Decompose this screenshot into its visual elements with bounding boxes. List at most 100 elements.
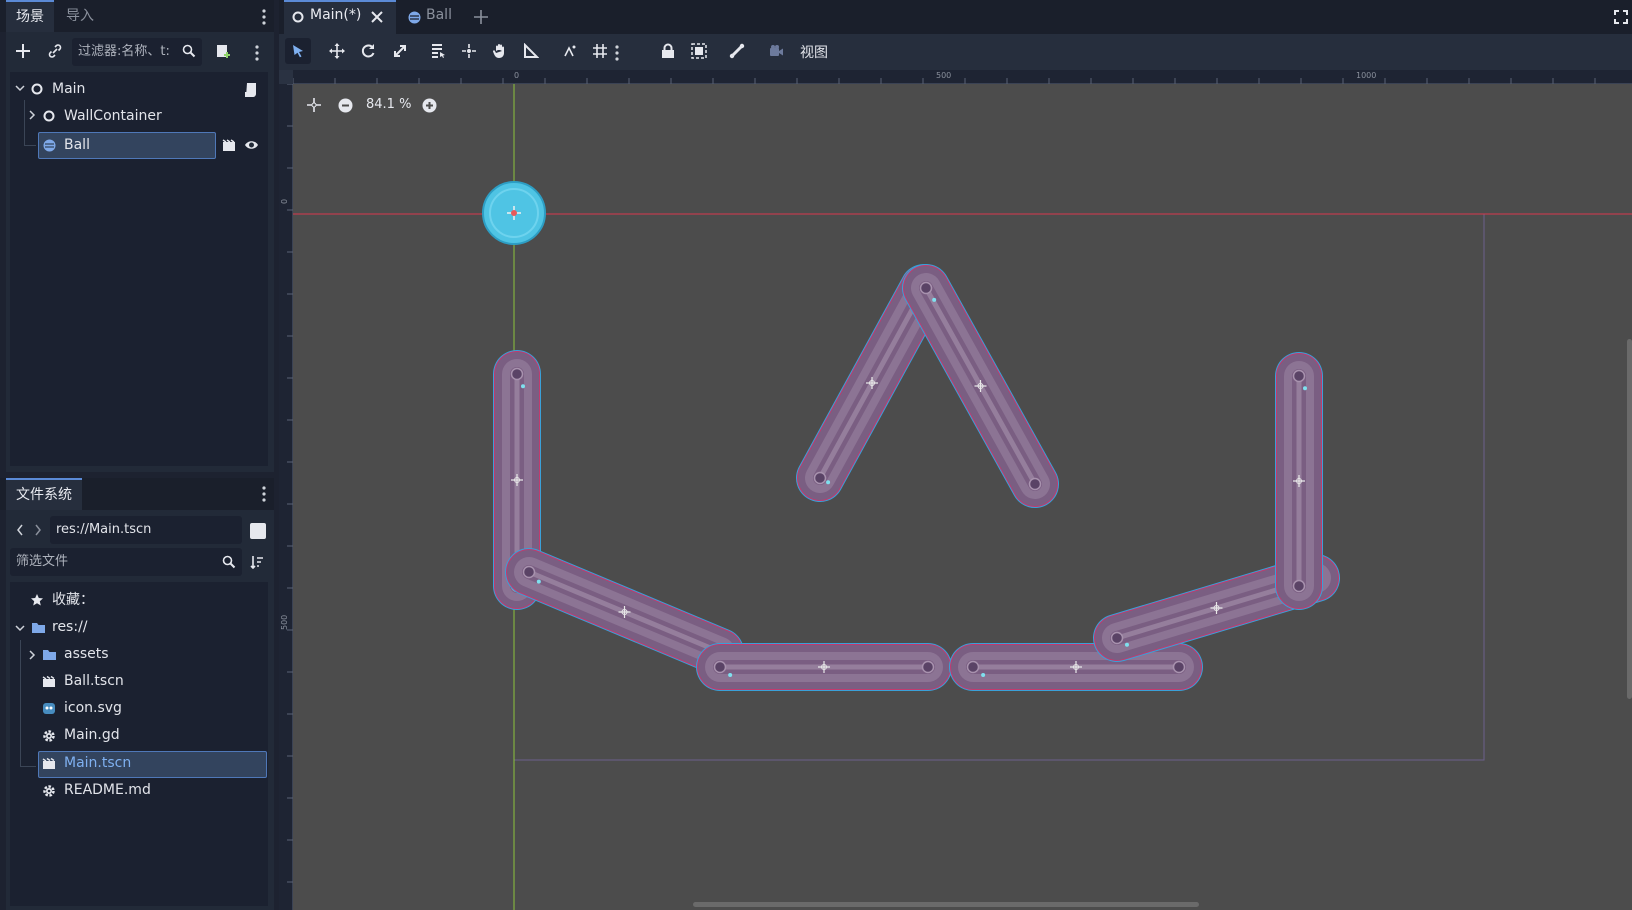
file-item-icon-svg[interactable]: icon.svg — [64, 695, 122, 721]
toggle-split-button[interactable] — [250, 523, 266, 539]
wall-segment[interactable] — [1275, 352, 1323, 610]
tree-guide-line — [24, 145, 36, 146]
wall-bolt — [713, 660, 727, 674]
add-node-button[interactable] — [10, 38, 36, 64]
pivot-mode-button[interactable] — [456, 38, 482, 64]
camera-icon — [770, 45, 783, 56]
sort-icon[interactable] — [250, 555, 264, 569]
collapse-arrow-icon[interactable] — [15, 83, 25, 93]
fullscreen-icon[interactable] — [1614, 10, 1628, 24]
godot-icon — [42, 702, 56, 715]
gear-icon — [42, 784, 56, 798]
scene-tools-menu-icon[interactable] — [255, 44, 259, 62]
file-item-main-tscn-label: Main.tscn — [64, 755, 132, 771]
visibility-eye-icon[interactable] — [244, 139, 259, 151]
back-arrow-icon[interactable] — [16, 524, 24, 536]
list-select-icon — [432, 44, 445, 58]
tree-item-main[interactable]: Main — [52, 76, 85, 102]
rigidbody-icon — [408, 11, 421, 24]
file-item-main-gd[interactable]: Main.gd — [64, 722, 120, 748]
bone-icon — [729, 43, 745, 59]
ruler-v-label-0: 0 — [280, 198, 289, 204]
ruler-corner — [279, 70, 293, 84]
file-filter-input[interactable]: 筛选文件 — [10, 548, 242, 576]
forward-arrow-icon[interactable] — [34, 524, 42, 536]
wall-segment[interactable] — [696, 643, 952, 691]
ruler-mode-button[interactable] — [518, 38, 544, 64]
zoom-in-button[interactable] — [422, 98, 437, 113]
ruler-vertical — [279, 84, 293, 910]
add-tab-icon[interactable] — [474, 10, 488, 24]
tree-guide-line — [20, 766, 36, 767]
collapse-arrow-icon[interactable] — [15, 623, 25, 633]
smart-snap-button[interactable] — [557, 38, 583, 64]
list-select-button[interactable] — [425, 38, 451, 64]
wall-bolt — [966, 660, 980, 674]
wall-segment[interactable] — [505, 548, 744, 676]
group-button[interactable] — [686, 38, 712, 64]
view-menu-button[interactable]: 视图 — [800, 42, 828, 62]
scene-file-icon — [42, 675, 56, 688]
editor-tab-ball[interactable]: Ball — [426, 7, 452, 23]
scene-filter-placeholder: 过滤器:名称、t: — [78, 44, 170, 59]
wall-bolt — [1110, 631, 1124, 645]
scene-dock-menu-icon[interactable] — [262, 8, 266, 26]
snap-options-menu-icon[interactable] — [615, 44, 619, 62]
file-filter-placeholder: 筛选文件 — [16, 554, 69, 569]
grid-snap-button[interactable] — [587, 38, 613, 64]
ruler-h-ticks — [293, 78, 1596, 84]
viewport-canvas[interactable] — [293, 84, 1632, 910]
file-item-res[interactable]: res:// — [52, 614, 88, 640]
rotate-mode-button[interactable] — [356, 38, 382, 64]
wall-bolt — [921, 660, 935, 674]
tab-scene[interactable]: 场景 — [6, 0, 54, 32]
center-view-icon[interactable] — [307, 98, 321, 112]
wall-bolt — [522, 565, 536, 579]
tree-guide-line — [20, 640, 21, 766]
tree-item-ball-label: Ball — [64, 137, 90, 153]
wall-segment[interactable] — [902, 264, 1059, 508]
close-tab-icon[interactable] — [371, 11, 383, 23]
zoom-out-button[interactable] — [338, 98, 353, 113]
file-item-assets[interactable]: assets — [64, 641, 109, 667]
rotate-icon — [361, 44, 375, 58]
open-scene-icon[interactable] — [222, 139, 236, 152]
instance-scene-button[interactable] — [42, 38, 68, 64]
file-item-readme[interactable]: README.md — [64, 777, 151, 803]
filesystem-dock-menu-icon[interactable] — [262, 485, 266, 503]
ruler-icon — [524, 43, 539, 58]
skeleton-button[interactable] — [724, 38, 750, 64]
camera-override-button[interactable] — [763, 38, 789, 64]
move-mode-button[interactable] — [324, 38, 350, 64]
attach-script-button[interactable] — [210, 38, 236, 64]
wall-segment[interactable] — [796, 264, 948, 502]
lock-button[interactable] — [655, 38, 681, 64]
wall-segment[interactable] — [949, 643, 1203, 691]
wall-bolt — [1028, 477, 1042, 491]
ruler-h-label-1000: 1000 — [1356, 71, 1377, 80]
grid-icon — [593, 44, 607, 58]
pivot-icon — [462, 44, 476, 58]
scale-mode-button[interactable] — [387, 38, 413, 64]
path-field[interactable]: res://Main.tscn — [50, 516, 242, 544]
editor-tab-main-label: Main(*) — [310, 7, 362, 23]
tree-item-wallcontainer[interactable]: WallContainer — [64, 103, 162, 129]
file-item-favorites[interactable]: 收藏： — [52, 587, 94, 613]
tree-guide-line — [24, 100, 25, 145]
ruler-h-label-0: 0 — [514, 71, 520, 80]
tab-import[interactable]: 导入 — [56, 0, 104, 32]
script-add-icon — [217, 45, 230, 58]
folder-icon — [31, 621, 46, 634]
ruler-v-label-500: 500 — [280, 614, 289, 630]
expand-arrow-icon[interactable] — [27, 110, 37, 120]
zoom-level[interactable]: 84.1 % — [366, 97, 411, 112]
select-mode-button[interactable] — [285, 38, 311, 64]
pan-mode-button[interactable] — [487, 38, 513, 64]
expand-arrow-icon[interactable] — [27, 650, 37, 660]
script-icon[interactable] — [244, 82, 258, 98]
tab-filesystem[interactable]: 文件系统 — [6, 478, 82, 510]
file-item-ball-tscn[interactable]: Ball.tscn — [64, 668, 124, 694]
file-tree-panel — [10, 582, 268, 906]
group-icon — [691, 43, 707, 59]
wall-bolt — [510, 367, 524, 381]
